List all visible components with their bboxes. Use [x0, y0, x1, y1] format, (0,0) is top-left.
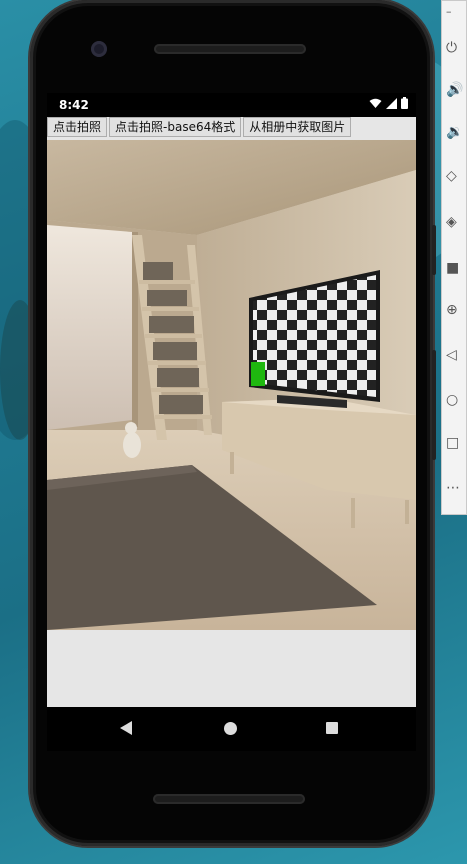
pick-from-gallery-button[interactable]: 从相册中获取图片: [243, 117, 352, 137]
status-time: 8:42: [59, 98, 89, 112]
volume-side-button[interactable]: [432, 350, 436, 460]
front-camera: [91, 41, 107, 57]
back-icon[interactable]: [120, 721, 132, 735]
home-icon[interactable]: ○: [446, 391, 464, 409]
captured-photo: [47, 140, 416, 630]
room-scene: [47, 140, 416, 630]
back-icon[interactable]: ◁: [446, 346, 464, 364]
power-side-button[interactable]: [432, 225, 436, 275]
volume-down-icon[interactable]: 🔉: [446, 123, 464, 141]
button-row: 点击拍照 点击拍照-base64格式 从相册中获取图片: [47, 117, 416, 139]
cellular-icon: [386, 97, 397, 109]
minimize-icon[interactable]: –: [446, 3, 464, 21]
rotate-left-icon[interactable]: ◇: [446, 167, 464, 185]
camera-icon[interactable]: ■: [446, 259, 464, 277]
overview-icon[interactable]: □: [446, 434, 464, 452]
top-speaker: [154, 44, 306, 54]
status-bar: 8:42: [47, 93, 416, 117]
more-icon[interactable]: ⋯: [446, 479, 464, 497]
power-icon[interactable]: ⏻: [446, 39, 464, 57]
status-icons: [369, 97, 408, 109]
volume-up-icon[interactable]: 🔊: [446, 81, 464, 99]
take-photo-base64-button[interactable]: 点击拍照-base64格式: [109, 117, 242, 137]
zoom-icon[interactable]: ⊕: [446, 301, 464, 319]
bottom-speaker: [153, 794, 305, 804]
recents-icon[interactable]: [326, 722, 338, 734]
home-icon[interactable]: [224, 722, 237, 735]
take-photo-button[interactable]: 点击拍照: [47, 117, 108, 137]
navigation-bar: [47, 707, 416, 751]
wifi-icon: [369, 98, 382, 108]
emulator-toolbar: – ⏻ 🔊 🔉 ◇ ◈ ■ ⊕ ◁ ○ □ ⋯: [441, 0, 467, 515]
battery-icon: [401, 97, 408, 109]
rotate-right-icon[interactable]: ◈: [446, 213, 464, 231]
device-screen: 8:42 点击拍照 点击拍照-base64格式 从相册中获取图片: [47, 93, 416, 707]
app-content: 点击拍照 点击拍照-base64格式 从相册中获取图片: [47, 117, 416, 707]
green-marker: [251, 362, 265, 386]
